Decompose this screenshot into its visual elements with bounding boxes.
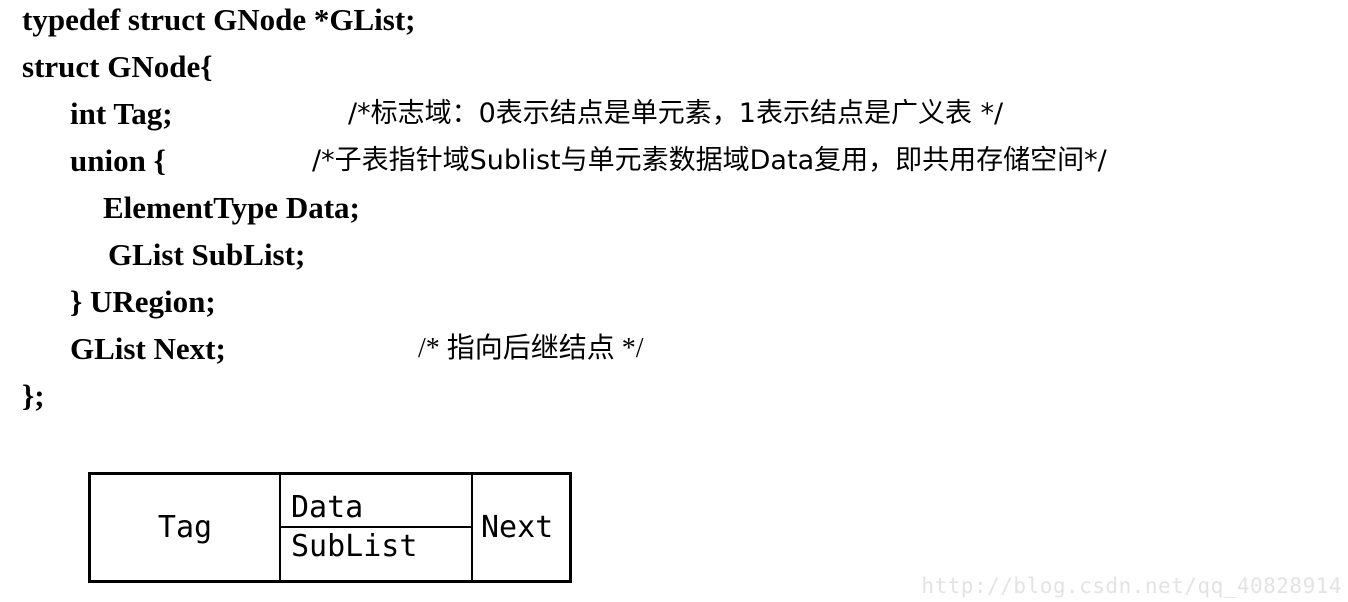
code-line-text: GList Next; bbox=[70, 331, 226, 366]
gnode-structure-box: Tag Data SubList Next bbox=[88, 472, 572, 583]
code-line-text: } URegion; bbox=[70, 284, 216, 319]
diagram-cell-tag-label: Tag bbox=[157, 510, 213, 545]
code-line-text: ElementType Data; bbox=[103, 190, 360, 225]
code-comment: /*子表指针域Sublist与单元素数据域Data复用，即共用存储空间*/ bbox=[312, 145, 1107, 176]
diagram-cell-next: Next bbox=[473, 475, 569, 580]
code-line: union { /*子表指针域Sublist与单元素数据域Data复用，即共用存… bbox=[0, 141, 1348, 188]
code-comment: /*标志域：0表示结点是单元素，1表示结点是广义表 */ bbox=[348, 98, 1004, 129]
code-listing: typedef struct GNode *GList; struct GNod… bbox=[0, 0, 1348, 423]
diagram-cell-sublist-label: SubList bbox=[291, 528, 418, 564]
diagram-cell-data-label: Data bbox=[291, 489, 364, 525]
code-line-text: union { bbox=[70, 143, 166, 178]
code-comment: /* 指向后继结点 */ bbox=[418, 333, 644, 364]
code-line-text: int Tag; bbox=[70, 96, 173, 131]
code-line-text: typedef struct GNode *GList; bbox=[22, 2, 416, 37]
diagram-cell-tag: Tag bbox=[91, 475, 281, 580]
code-line: struct GNode{ bbox=[0, 47, 1348, 94]
diagram-cell-data: Data bbox=[281, 475, 471, 528]
diagram-cell-next-label: Next bbox=[481, 510, 554, 545]
code-line-text: GList SubList; bbox=[108, 237, 306, 272]
code-line: GList SubList; bbox=[0, 235, 1348, 282]
code-line: typedef struct GNode *GList; bbox=[0, 0, 1348, 47]
code-line: } URegion; bbox=[0, 282, 1348, 329]
diagram-cell-sublist: SubList bbox=[281, 528, 471, 581]
code-line: }; bbox=[0, 376, 1348, 423]
watermark-url: http://blog.csdn.net/qq_40828914 bbox=[921, 574, 1342, 598]
code-line-text: struct GNode{ bbox=[22, 49, 213, 84]
code-line: ElementType Data; bbox=[0, 188, 1348, 235]
code-line: GList Next; /* 指向后继结点 */ bbox=[0, 329, 1348, 376]
diagram-cell-union: Data SubList bbox=[281, 475, 473, 580]
code-line: int Tag; /*标志域：0表示结点是单元素，1表示结点是广义表 */ bbox=[0, 94, 1348, 141]
code-line-text: }; bbox=[22, 378, 45, 413]
